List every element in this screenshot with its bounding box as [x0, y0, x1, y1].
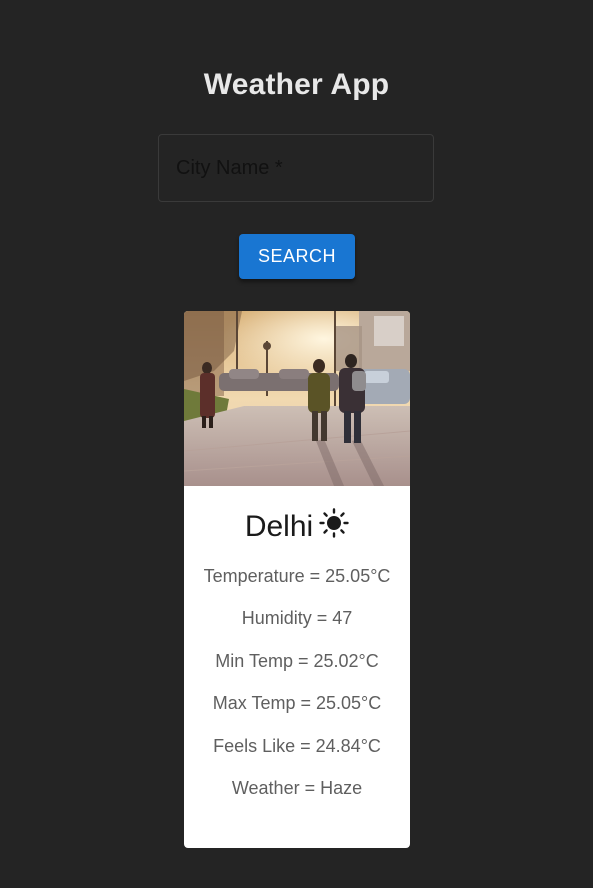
city-heading: Delhi [184, 507, 410, 549]
weather-condition-text: Weather = Haze [231, 778, 363, 798]
city-name: Delhi [244, 510, 314, 543]
search-button[interactable]: SEARCH [239, 234, 355, 279]
temperature-text: Temperature = 25.05°C [203, 566, 391, 586]
min-temp-text: Min Temp = 25.02°C [215, 651, 379, 671]
humidity-text: Humidity = 47 [241, 608, 353, 628]
weather-app-page: Weather App SEARCH [0, 0, 593, 888]
sun-icon [319, 508, 349, 549]
city-name-input[interactable] [159, 135, 433, 201]
feels-like-text: Feels Like = 24.84°C [213, 736, 381, 756]
weather-card: Delhi Temperature = 25.05°C Humidity = 4 [184, 311, 410, 848]
city-street-image [184, 311, 410, 486]
city-name-field[interactable] [158, 134, 434, 202]
page-title: Weather App [203, 68, 390, 101]
max-temp-text: Max Temp = 25.05°C [212, 693, 382, 713]
